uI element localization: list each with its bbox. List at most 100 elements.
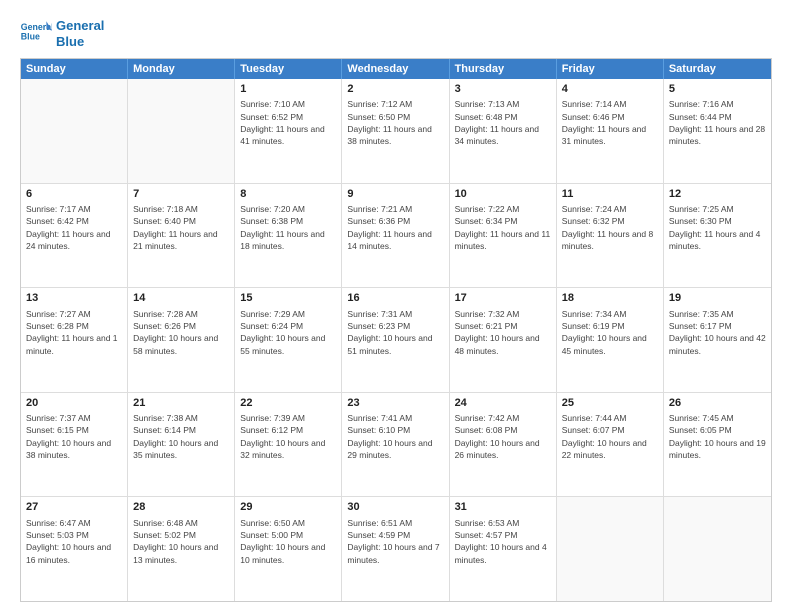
day-info: Sunrise: 7:31 AM Sunset: 6:23 PM Dayligh…: [347, 308, 443, 357]
week-row-2: 6Sunrise: 7:17 AM Sunset: 6:42 PM Daylig…: [21, 183, 771, 288]
day-cell-6: 6Sunrise: 7:17 AM Sunset: 6:42 PM Daylig…: [21, 184, 128, 288]
day-cell-12: 12Sunrise: 7:25 AM Sunset: 6:30 PM Dayli…: [664, 184, 771, 288]
day-info: Sunrise: 7:21 AM Sunset: 6:36 PM Dayligh…: [347, 203, 443, 252]
day-info: Sunrise: 7:35 AM Sunset: 6:17 PM Dayligh…: [669, 308, 766, 357]
day-info: Sunrise: 7:20 AM Sunset: 6:38 PM Dayligh…: [240, 203, 336, 252]
day-cell-14: 14 Sunrise: 7:28 AM Sunset: 6:26 PM Dayli…: [128, 288, 235, 392]
day-cell-24: 24Sunrise: 7:42 AM Sunset: 6:08 PM Dayli…: [450, 393, 557, 497]
day-info: Sunrise: 7:12 AM Sunset: 6:50 PM Dayligh…: [347, 98, 443, 147]
page: General Blue General Blue SundayMondayTu…: [0, 0, 792, 612]
day-cell-28: 28 Sunrise: 6:48 AM Sunset: 5:02 PM Dayli…: [128, 497, 235, 601]
day-info: Sunrise: 6:53 AM Sunset: 4:57 PM Dayligh…: [455, 517, 551, 566]
day-cell-3: 3Sunrise: 7:13 AM Sunset: 6:48 PM Daylig…: [450, 79, 557, 183]
day-cell-2: 2Sunrise: 7:12 AM Sunset: 6:50 PM Daylig…: [342, 79, 449, 183]
day-number: 9: [347, 187, 443, 202]
day-number: 31: [455, 500, 551, 515]
day-number: 11: [562, 187, 658, 202]
day-info: Sunrise: 7:29 AM Sunset: 6:24 PM Dayligh…: [240, 308, 336, 357]
day-number: 12: [669, 187, 766, 202]
week-row-5: 27Sunrise: 6:47 AM Sunset: 5:03 PM Dayli…: [21, 496, 771, 601]
day-cell-empty: [664, 497, 771, 601]
day-number: 18: [562, 291, 658, 306]
header: General Blue General Blue: [20, 18, 772, 50]
day-info: Sunrise: 7:44 AM Sunset: 6:07 PM Dayligh…: [562, 412, 658, 461]
day-cell-17: 17Sunrise: 7:32 AM Sunset: 6:21 PM Dayli…: [450, 288, 557, 392]
day-number: 26: [669, 396, 766, 411]
day-cell-23: 23Sunrise: 7:41 AM Sunset: 6:10 PM Dayli…: [342, 393, 449, 497]
day-cell-10: 10Sunrise: 7:22 AM Sunset: 6:34 PM Dayli…: [450, 184, 557, 288]
day-number: 10: [455, 187, 551, 202]
day-number: 16: [347, 291, 443, 306]
day-info: Sunrise: 7:34 AM Sunset: 6:19 PM Dayligh…: [562, 308, 658, 357]
day-info: Sunrise: 7:42 AM Sunset: 6:08 PM Dayligh…: [455, 412, 551, 461]
day-info: Sunrise: 7:18 AM Sunset: 6:40 PM Dayligh…: [133, 203, 229, 252]
logo-icon: General Blue: [20, 18, 52, 50]
logo: General Blue General Blue: [20, 18, 104, 50]
day-cell-9: 9Sunrise: 7:21 AM Sunset: 6:36 PM Daylig…: [342, 184, 449, 288]
day-info: Sunrise: 7:28 AM Sunset: 6:26 PM Dayligh…: [133, 308, 229, 357]
day-cell-13: 13 Sunrise: 7:27 AM Sunset: 6:28 PM Dayli…: [21, 288, 128, 392]
day-number: 21: [133, 396, 229, 411]
week-row-4: 20Sunrise: 7:37 AM Sunset: 6:15 PM Dayli…: [21, 392, 771, 497]
day-number: 28: [133, 500, 229, 515]
day-cell-16: 16 Sunrise: 7:31 AM Sunset: 6:23 PM Dayli…: [342, 288, 449, 392]
day-info: Sunrise: 7:17 AM Sunset: 6:42 PM Dayligh…: [26, 203, 122, 252]
day-number: 3: [455, 82, 551, 97]
day-info: Sunrise: 7:37 AM Sunset: 6:15 PM Dayligh…: [26, 412, 122, 461]
header-day-monday: Monday: [128, 59, 235, 79]
header-day-thursday: Thursday: [450, 59, 557, 79]
day-cell-11: 11Sunrise: 7:24 AM Sunset: 6:32 PM Dayli…: [557, 184, 664, 288]
svg-text:Blue: Blue: [21, 32, 40, 42]
day-info: Sunrise: 7:38 AM Sunset: 6:14 PM Dayligh…: [133, 412, 229, 461]
day-cell-25: 25Sunrise: 7:44 AM Sunset: 6:07 PM Dayli…: [557, 393, 664, 497]
header-day-wednesday: Wednesday: [342, 59, 449, 79]
day-cell-30: 30Sunrise: 6:51 AM Sunset: 4:59 PM Dayli…: [342, 497, 449, 601]
day-cell-4: 4Sunrise: 7:14 AM Sunset: 6:46 PM Daylig…: [557, 79, 664, 183]
day-number: 13: [26, 291, 122, 306]
day-info: Sunrise: 7:22 AM Sunset: 6:34 PM Dayligh…: [455, 203, 551, 252]
day-cell-5: 5Sunrise: 7:16 AM Sunset: 6:44 PM Daylig…: [664, 79, 771, 183]
day-info: Sunrise: 7:45 AM Sunset: 6:05 PM Dayligh…: [669, 412, 766, 461]
day-cell-18: 18 Sunrise: 7:34 AM Sunset: 6:19 PM Dayli…: [557, 288, 664, 392]
day-cell-15: 15 Sunrise: 7:29 AM Sunset: 6:24 PM Dayli…: [235, 288, 342, 392]
day-cell-empty: [128, 79, 235, 183]
day-number: 25: [562, 396, 658, 411]
day-number: 6: [26, 187, 122, 202]
day-number: 8: [240, 187, 336, 202]
day-cell-31: 31 Sunrise: 6:53 AM Sunset: 4:57 PM Dayli…: [450, 497, 557, 601]
calendar-body: 1Sunrise: 7:10 AM Sunset: 6:52 PM Daylig…: [21, 79, 771, 601]
day-info: Sunrise: 7:14 AM Sunset: 6:46 PM Dayligh…: [562, 98, 658, 147]
day-number: 29: [240, 500, 336, 515]
day-cell-19: 19 Sunrise: 7:35 AM Sunset: 6:17 PM Dayli…: [664, 288, 771, 392]
day-info: Sunrise: 7:24 AM Sunset: 6:32 PM Dayligh…: [562, 203, 658, 252]
day-number: 27: [26, 500, 122, 515]
day-number: 7: [133, 187, 229, 202]
week-row-1: 1Sunrise: 7:10 AM Sunset: 6:52 PM Daylig…: [21, 79, 771, 183]
header-day-sunday: Sunday: [21, 59, 128, 79]
header-day-tuesday: Tuesday: [235, 59, 342, 79]
day-cell-26: 26Sunrise: 7:45 AM Sunset: 6:05 PM Dayli…: [664, 393, 771, 497]
day-cell-20: 20Sunrise: 7:37 AM Sunset: 6:15 PM Dayli…: [21, 393, 128, 497]
day-info: Sunrise: 7:10 AM Sunset: 6:52 PM Dayligh…: [240, 98, 336, 147]
day-info: Sunrise: 6:51 AM Sunset: 4:59 PM Dayligh…: [347, 517, 443, 566]
day-info: Sunrise: 7:39 AM Sunset: 6:12 PM Dayligh…: [240, 412, 336, 461]
day-number: 1: [240, 82, 336, 97]
day-info: Sunrise: 7:25 AM Sunset: 6:30 PM Dayligh…: [669, 203, 766, 252]
day-cell-27: 27Sunrise: 6:47 AM Sunset: 5:03 PM Dayli…: [21, 497, 128, 601]
day-number: 15: [240, 291, 336, 306]
day-info: Sunrise: 6:48 AM Sunset: 5:02 PM Dayligh…: [133, 517, 229, 566]
day-info: Sunrise: 7:27 AM Sunset: 6:28 PM Dayligh…: [26, 308, 122, 357]
day-number: 19: [669, 291, 766, 306]
day-cell-empty: [557, 497, 664, 601]
day-cell-7: 7Sunrise: 7:18 AM Sunset: 6:40 PM Daylig…: [128, 184, 235, 288]
day-cell-1: 1Sunrise: 7:10 AM Sunset: 6:52 PM Daylig…: [235, 79, 342, 183]
day-number: 23: [347, 396, 443, 411]
day-number: 14: [133, 291, 229, 306]
day-info: Sunrise: 7:13 AM Sunset: 6:48 PM Dayligh…: [455, 98, 551, 147]
logo-text: General Blue: [56, 18, 104, 49]
day-number: 4: [562, 82, 658, 97]
day-number: 5: [669, 82, 766, 97]
day-number: 17: [455, 291, 551, 306]
calendar-header: SundayMondayTuesdayWednesdayThursdayFrid…: [21, 59, 771, 79]
header-day-saturday: Saturday: [664, 59, 771, 79]
